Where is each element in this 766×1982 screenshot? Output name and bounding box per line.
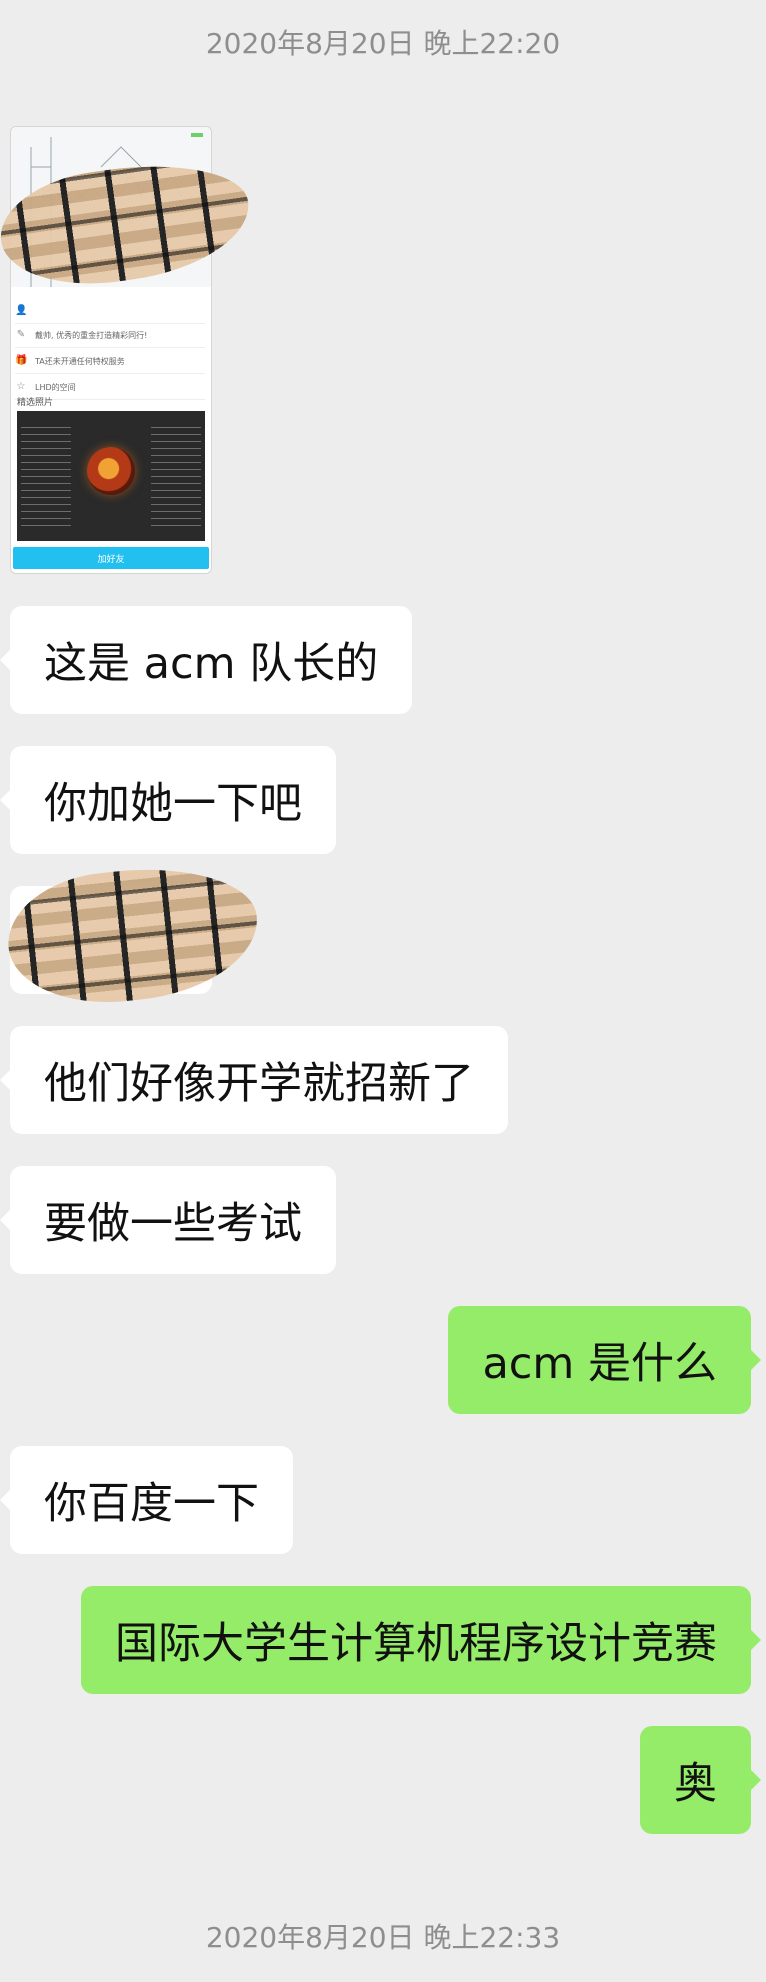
timestamp-bottom: 2020年8月20日 晚上22:33: [205, 1921, 561, 1954]
message-text-5: acm 是什么: [482, 1339, 717, 1389]
user-icon: 👤: [15, 305, 28, 316]
message-text-8: 奥: [674, 1759, 717, 1809]
timestamp-top: 2020年8月20日 晚上22:20: [205, 27, 561, 60]
pencil-icon: ✎: [16, 329, 26, 340]
card-row-2: ✎ 戴帅, 优秀的重金打造精彩同行!: [15, 323, 205, 348]
card-row-3-text: TA还未开通任何特权服务: [35, 356, 125, 366]
message-bubble-7[interactable]: 国际大学生计算机程序设计竞赛: [81, 1586, 761, 1694]
message-text-6: 你百度一下: [44, 1479, 259, 1529]
photo-text-lines-right: [151, 421, 201, 531]
message-bubble-6[interactable]: 你百度一下: [0, 1446, 293, 1554]
star-icon: ☆: [16, 381, 26, 392]
message-text-2: 你加她一下吧: [44, 779, 302, 829]
card-row-3: 🎁 TA还未开通任何特权服务: [15, 349, 205, 374]
card-section-title: 精选照片: [17, 398, 54, 408]
message-bubble-5[interactable]: acm 是什么: [448, 1306, 761, 1414]
add-friend-button: 加好友: [13, 547, 209, 569]
message-bubble-1[interactable]: 这是 acm 队长的: [0, 606, 413, 714]
message-text-7: 国际大学生计算机程序设计竞赛: [115, 1619, 717, 1669]
message-bubble-3[interactable]: 他们好像开学就招新了: [0, 1026, 508, 1134]
gift-icon: 🎁: [15, 355, 28, 366]
message-bubble-4[interactable]: 要做一些考试: [0, 1166, 336, 1274]
card-row-4-text: LHD的空间: [35, 382, 76, 392]
photo-text-lines-left: [21, 421, 71, 531]
flash-logo-icon: [87, 447, 135, 495]
message-text-1: 这是 acm 队长的: [44, 639, 379, 689]
card-row-2-text: 戴帅, 优秀的重金打造精彩同行!: [35, 330, 148, 340]
message-bubble-8[interactable]: 奥: [640, 1726, 761, 1834]
card-row-1: 👤: [15, 299, 205, 324]
message-text-3: 他们好像开学就招新了: [44, 1059, 474, 1109]
message-text-4: 要做一些考试: [44, 1199, 302, 1249]
message-bubble-2[interactable]: 你加她一下吧: [0, 746, 336, 854]
featured-photo: [17, 411, 205, 541]
